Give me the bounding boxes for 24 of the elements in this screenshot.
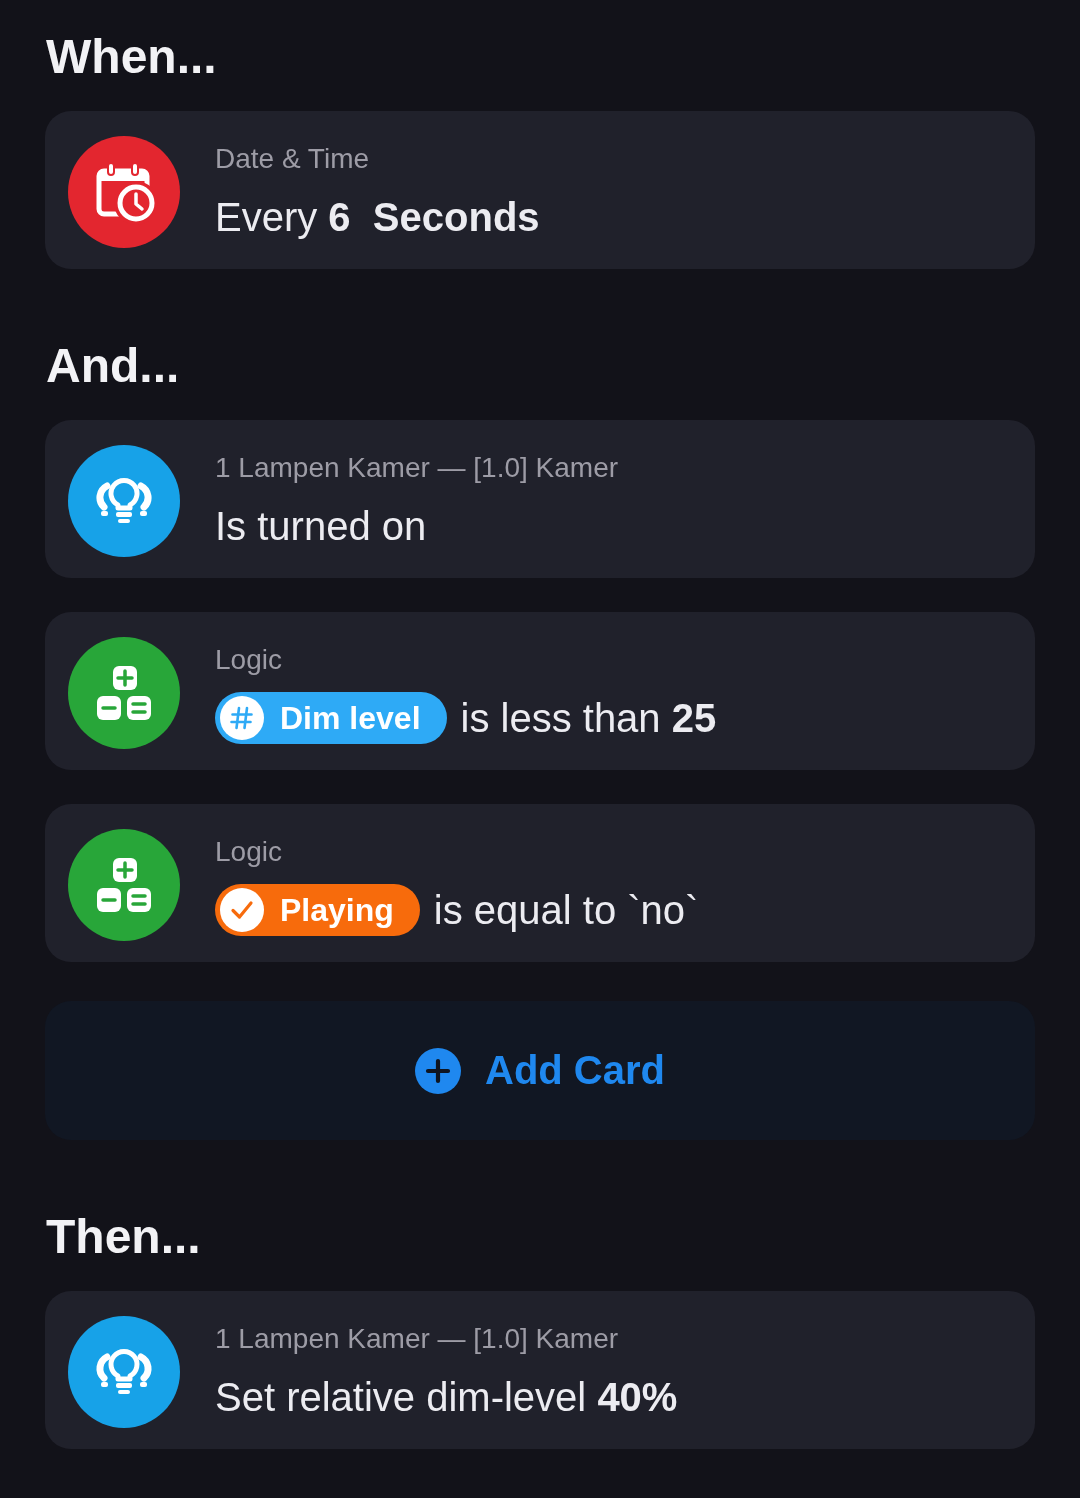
section-heading: When...	[46, 29, 218, 85]
card-description: Set relative dim-level 40%	[215, 1373, 678, 1421]
tag-label: Dim level	[280, 698, 421, 738]
flow-card[interactable]: Logic Dim level is less than 25	[45, 612, 1035, 770]
flow-card[interactable]: 1 Lampen Kamer — [1.0] Kamer Set relative dim-level 40%	[45, 1291, 1035, 1449]
card-description: Every 6 Seconds	[215, 193, 540, 241]
card-source: 1 Lampen Kamer — [1.0] Kamer	[215, 450, 619, 485]
flow-card[interactable]: Logic Playing is equal to `no`	[45, 804, 1035, 962]
card-description: is equal to `no`	[433, 886, 699, 934]
section-heading: And...	[46, 338, 181, 394]
card-source: 1 Lampen Kamer — [1.0] Kamer	[215, 1321, 620, 1356]
flow-card[interactable]: Date & Time Every 6 Seconds	[45, 111, 1035, 269]
card-source: Date & Time	[215, 141, 371, 176]
add-card-button[interactable]: Add Card	[45, 1001, 1035, 1140]
card-description: is less than 25	[460, 694, 717, 742]
plus-circle-icon	[415, 1047, 461, 1094]
hash-icon	[220, 695, 264, 740]
flow-card[interactable]: 1 Lampen Kamer — [1.0] Kamer Is turned on	[45, 420, 1035, 578]
card-source: Logic	[215, 642, 283, 677]
tag-label: Playing	[280, 890, 394, 930]
check-icon	[220, 887, 264, 932]
section-heading: Then...	[46, 1209, 202, 1265]
card-source: Logic	[215, 834, 283, 869]
card-description: Is turned on	[215, 502, 427, 550]
